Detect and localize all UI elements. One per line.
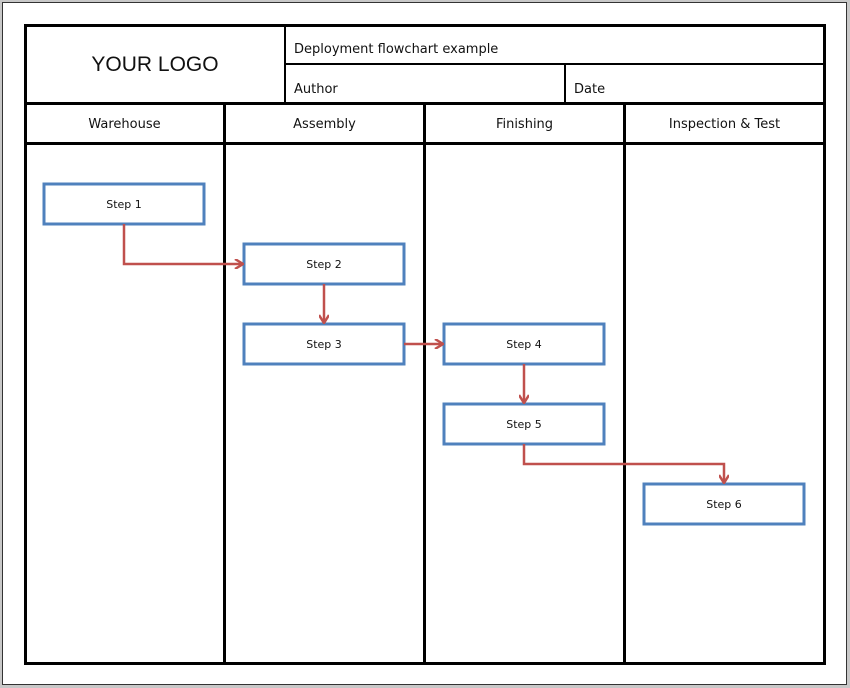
flowchart-canvas: Step 1 Step 2 Step 3 Step 4 Step 5 Step 6 [42, 182, 806, 526]
step-label: Step 4 [506, 338, 542, 351]
step-label: Step 5 [506, 418, 542, 431]
step-box-s6: Step 6 [642, 482, 806, 526]
connector-arrow-s5-s6 [522, 444, 724, 483]
step-label: Step 2 [306, 258, 342, 271]
step-box-s1: Step 1 [42, 182, 206, 226]
connector-arrow-s1-s2 [122, 224, 243, 264]
step-box-s3: Step 3 [242, 322, 406, 366]
step-box-s4: Step 4 [442, 322, 606, 366]
step-label: Step 1 [106, 198, 142, 211]
step-label: Step 3 [306, 338, 342, 351]
step-box-s5: Step 5 [442, 402, 606, 446]
step-box-s2: Step 2 [242, 242, 406, 286]
step-label: Step 6 [706, 498, 742, 511]
